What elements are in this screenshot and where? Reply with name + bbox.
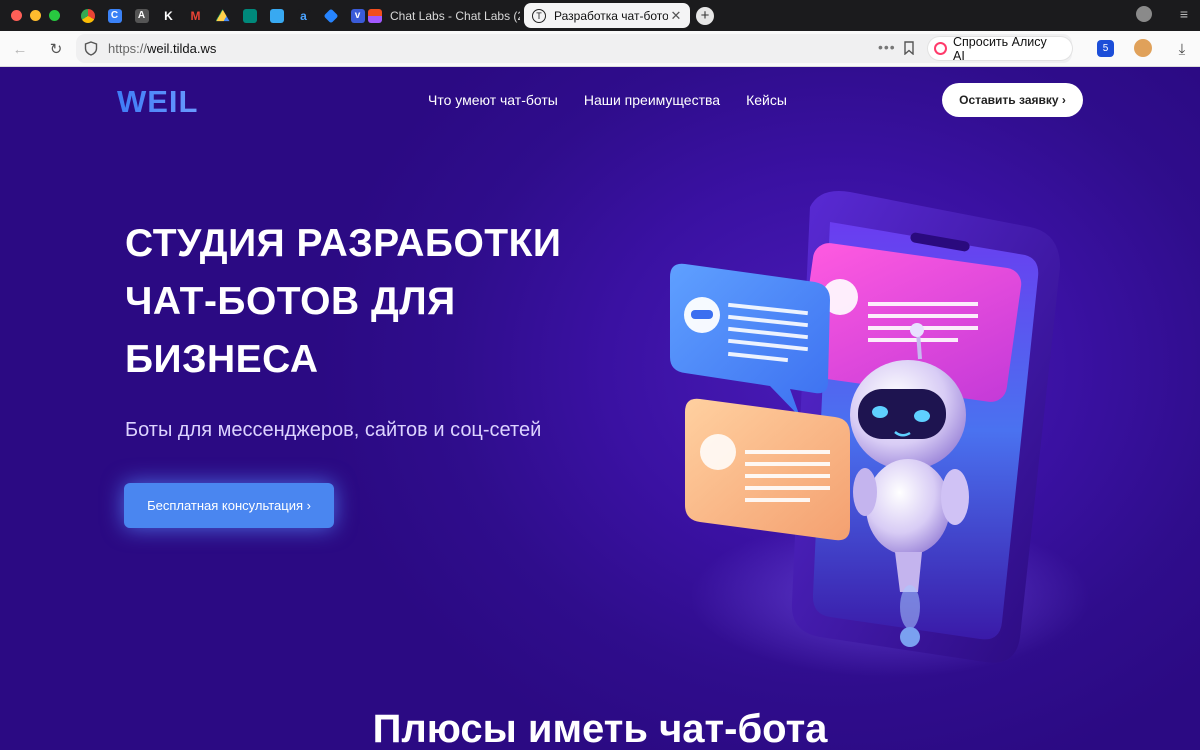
site-logo[interactable]: WEIL (117, 84, 199, 120)
more-options-icon[interactable]: ••• (878, 39, 896, 55)
address-bar[interactable]: https://weil.tilda.ws ••• Спросить Алису… (76, 34, 1072, 63)
translate-icon: A (134, 8, 149, 23)
section-title-chatbot-benefits: Плюсы иметь чат-бота (372, 707, 828, 750)
drive-icon (215, 9, 230, 22)
back-arrow-icon[interactable]: ← (10, 39, 30, 59)
pinned-tab[interactable]: a (290, 4, 317, 28)
calendar-icon: C (107, 8, 122, 23)
shield-icon (84, 41, 98, 56)
maximize-window-button[interactable] (49, 10, 60, 21)
robot-phone-illustration (670, 191, 1090, 677)
close-window-button[interactable] (11, 10, 22, 21)
pinned-tab[interactable] (263, 4, 290, 28)
avatar-extension-icon[interactable] (1134, 39, 1152, 57)
meet-icon (242, 8, 257, 23)
close-tab-icon[interactable]: ✕ (668, 8, 684, 24)
nav-link-advantages[interactable]: Наши преимущества (584, 92, 720, 108)
new-tab-button[interactable]: + (696, 7, 714, 25)
chrome-icon (80, 8, 95, 23)
kinopoisk-icon: K (161, 8, 176, 23)
minimize-window-button[interactable] (30, 10, 41, 21)
tab-chatbot-development[interactable]: T Разработка чат-ботов ✕ (524, 3, 690, 28)
tabbar-right: ≡ (1135, 6, 1188, 22)
bookmark-icon[interactable] (903, 41, 915, 55)
gmail-icon: M (188, 8, 203, 23)
figma-icon (368, 8, 382, 23)
jira-icon (323, 8, 338, 23)
menu-icon[interactable]: ≡ (1180, 6, 1188, 22)
nav-link-chatbot-features[interactable]: Что умеют чат-боты (428, 92, 558, 108)
window-controls (0, 10, 60, 21)
url-prefix: https:// (108, 41, 148, 56)
ask-alice-button[interactable]: Спросить Алису AI (928, 34, 1072, 63)
url-host: weil.tilda.ws (147, 41, 217, 56)
tab-chat-labs[interactable]: Chat Labs - Chat Labs (25 (362, 3, 520, 28)
pinned-tabs: C A K M a v (74, 4, 371, 28)
extension-icon[interactable]: 5 (1097, 40, 1114, 57)
browser-toolbar: ← ↻ https://weil.tilda.ws ••• Спросить А… (0, 31, 1200, 67)
url-text: https://weil.tilda.ws (108, 41, 216, 56)
pinned-tab[interactable] (317, 4, 344, 28)
free-consultation-button[interactable]: Бесплатная консультация › (124, 483, 334, 528)
pinned-tab[interactable]: M (182, 4, 209, 28)
tab-title: Разработка чат-ботов (554, 8, 668, 23)
profile-icon[interactable] (1135, 6, 1152, 22)
docs-icon: a (296, 8, 311, 23)
pinned-tab[interactable]: K (155, 4, 182, 28)
hero-subtitle: Боты для мессенджеров, сайтов и соц-сете… (125, 419, 542, 441)
tilda-icon: T (532, 8, 546, 23)
reload-icon[interactable]: ↻ (46, 39, 66, 59)
leave-request-button[interactable]: Оставить заявку › (942, 83, 1083, 117)
site-nav: Что умеют чат-боты Наши преимущества Кей… (428, 92, 787, 108)
messages-icon (269, 8, 284, 23)
landing-page: WEIL Что умеют чат-боты Наши преимуществ… (0, 67, 1200, 750)
browser-tab-bar: C A K M a v Chat Labs - Chat Labs (25 T … (0, 0, 1200, 31)
pinned-tab[interactable] (74, 4, 101, 28)
pinned-tab[interactable] (209, 4, 236, 28)
alice-icon (934, 42, 947, 55)
pinned-tab[interactable]: C (101, 4, 128, 28)
nav-link-cases[interactable]: Кейсы (746, 92, 787, 108)
download-icon[interactable]: ⤓ (1172, 39, 1192, 59)
hero-title: Студия разработки чат-ботов для бизнеса (125, 222, 562, 381)
tab-title: Chat Labs - Chat Labs (25 (390, 8, 520, 23)
ask-alice-label: Спросить Алису AI (953, 34, 1047, 63)
chat-bubble-peach (685, 398, 850, 541)
pinned-tab[interactable] (236, 4, 263, 28)
pinned-tab[interactable]: A (128, 4, 155, 28)
